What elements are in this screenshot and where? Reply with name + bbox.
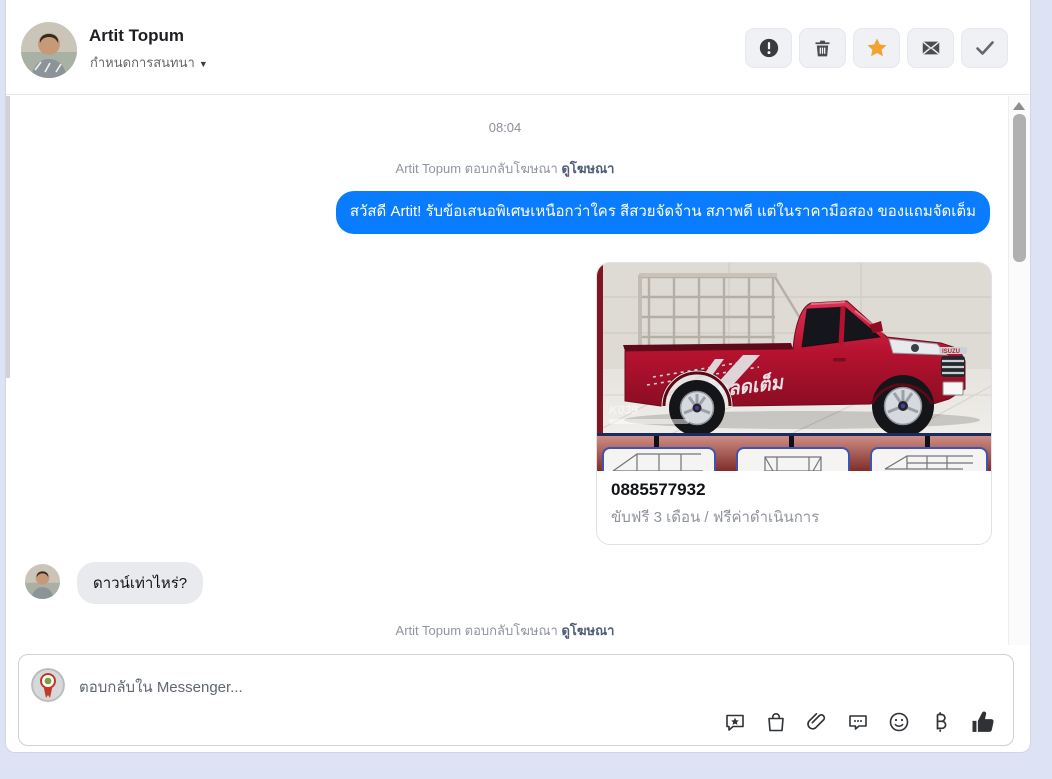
- attach-file-icon[interactable]: [805, 710, 829, 734]
- conversation-schedule-dropdown[interactable]: กำหนดการสนทนา ▼: [90, 52, 208, 73]
- trash-icon: [815, 40, 830, 56]
- star-button[interactable]: [853, 28, 900, 68]
- timestamp: 08:04: [488, 120, 522, 135]
- ad-attachment-card[interactable]: โหลดเต็ม ISUZU K039 0885577932 ขับฟรี 3 …: [596, 262, 992, 545]
- messenger-inbox-page: Artit Topum กำหนดการสนทนา ▼ 08:04 Artit …: [0, 0, 1052, 779]
- ad-reply-note: Artit Topum ตอบกลับโฆษณา ดูโฆษณา: [6, 620, 1004, 641]
- envelope-icon: [922, 41, 939, 55]
- payment-baht-icon[interactable]: [928, 710, 952, 734]
- scrollbar-thumb[interactable]: [1013, 114, 1026, 262]
- mark-unread-button[interactable]: [907, 28, 954, 68]
- view-ad-link[interactable]: ดูโฆษณา: [561, 161, 614, 176]
- emoji-icon[interactable]: [887, 710, 911, 734]
- chat-scrollbar[interactable]: [1008, 96, 1030, 645]
- composer-toolbar: [723, 708, 997, 736]
- avatar: [25, 564, 60, 599]
- message-list: 08:04 Artit Topum ตอบกลับโฆษณา ดูโฆษณา ส…: [6, 96, 1030, 645]
- conversation-schedule-label: กำหนดการสนทนา: [90, 55, 195, 70]
- mark-done-button[interactable]: [961, 28, 1008, 68]
- like-thumb-icon[interactable]: [969, 708, 997, 736]
- cage-options-strip: [597, 433, 991, 471]
- product-bag-icon[interactable]: [764, 710, 788, 734]
- chevron-down-icon: ▼: [198, 59, 208, 69]
- conversation-panel: Artit Topum กำหนดการสนทนา ▼ 08:04 Artit …: [5, 0, 1031, 753]
- comment-icon[interactable]: [846, 710, 870, 734]
- incoming-message-bubble: ดาวน์เท่าไหร่?: [77, 562, 204, 604]
- header-actions: [745, 28, 1008, 68]
- phone-number: 0885577932: [611, 480, 706, 499]
- report-button[interactable]: [745, 28, 792, 68]
- ad-card-body: 0885577932 ขับฟรี 3 เดือน / ฟรีค่าดำเนิน…: [597, 471, 991, 544]
- contact-name: Artit Topum: [89, 26, 185, 45]
- ad-reply-text: Artit Topum ตอบกลับโฆษณา: [395, 161, 558, 176]
- reply-composer[interactable]: ตอบกลับใน Messenger...: [18, 654, 1014, 746]
- conversation-header: Artit Topum กำหนดการสนทนา ▼: [6, 0, 1030, 95]
- photo-code-label: K039: [609, 403, 638, 417]
- ad-reply-text: Artit Topum ตอบกลับโฆษณา: [395, 623, 558, 638]
- left-scrollbar-thumb[interactable]: [6, 96, 10, 378]
- outgoing-message-bubble: สวัสดี Artit! รับข้อเสนอพิเศษเหนือกว่าใค…: [335, 191, 990, 234]
- scroll-up-arrow-icon[interactable]: [1013, 102, 1025, 110]
- star-icon: [867, 38, 886, 57]
- composer-placeholder[interactable]: ตอบกลับใน Messenger...: [79, 675, 243, 699]
- avatar-photo: [21, 22, 77, 78]
- ad-description: ขับฟรี 3 เดือน / ฟรีค่าดำเนินการ: [611, 509, 820, 526]
- exclamation-circle-icon: [759, 38, 778, 58]
- saved-replies-icon[interactable]: [723, 710, 747, 734]
- truck-brand-text: ISUZU: [942, 349, 960, 355]
- ad-reply-note: Artit Topum ตอบกลับโฆษณา ดูโฆษณา: [6, 158, 1004, 179]
- truck-photo: โหลดเต็ม ISUZU K039: [597, 263, 991, 433]
- check-icon: [975, 41, 994, 55]
- view-ad-link[interactable]: ดูโฆษณา: [561, 623, 614, 638]
- page-logo-avatar: [31, 668, 65, 702]
- avatar[interactable]: [21, 22, 77, 78]
- delete-button[interactable]: [799, 28, 846, 68]
